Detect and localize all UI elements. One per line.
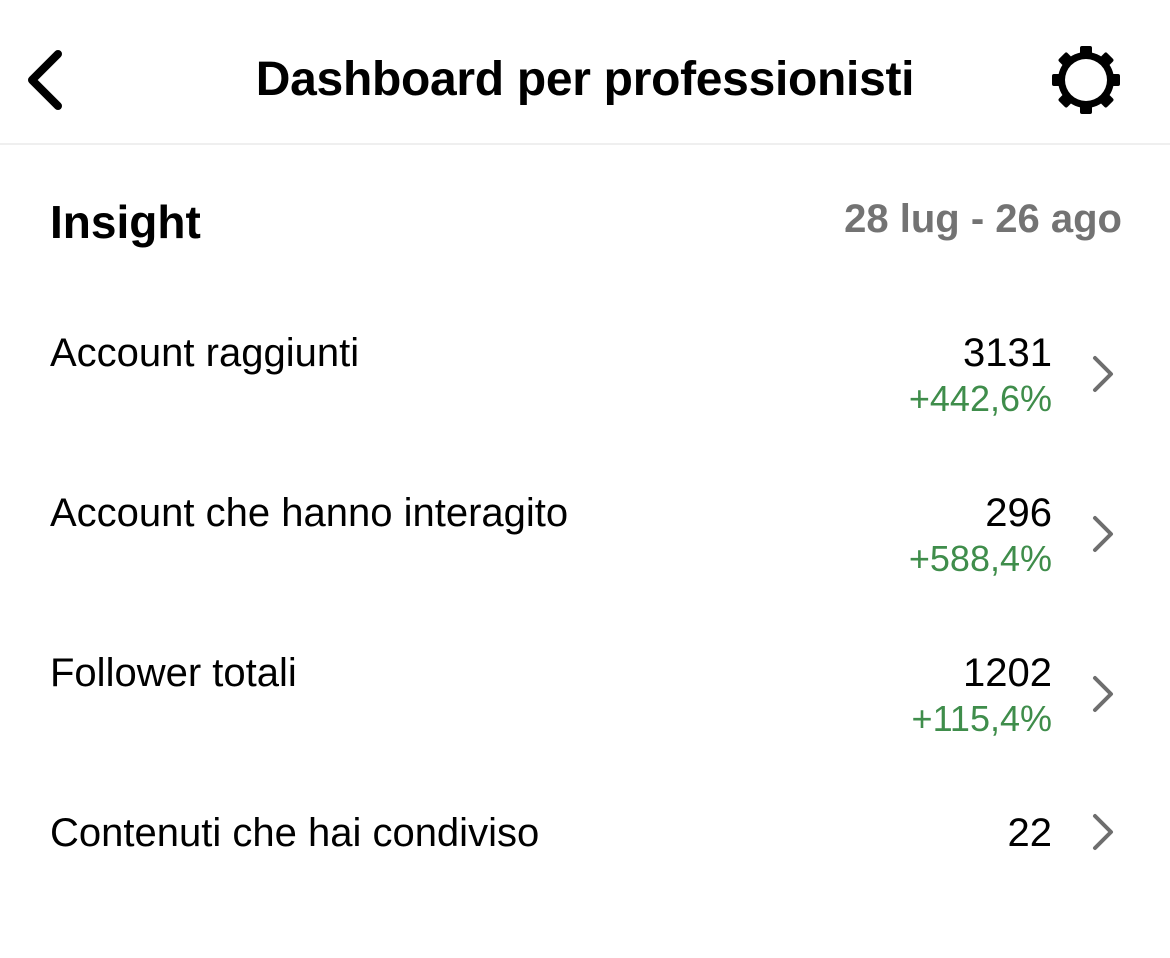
metric-label: Account raggiunti: [50, 331, 360, 375]
insight-header: Insight 28 lug - 26 ago: [50, 190, 1122, 254]
section-title: Insight: [50, 196, 201, 248]
page-title: Dashboard per professionisti: [255, 53, 915, 106]
chevron-right-icon: [1088, 672, 1118, 716]
metric-row-account-interagito[interactable]: Account che hanno interagito 296 +588,4%: [0, 488, 1170, 638]
back-button[interactable]: [22, 44, 76, 116]
metric-row-contenuti-condivisi[interactable]: Contenuti che hai condiviso 22: [0, 808, 1170, 958]
chevron-right-icon: [1088, 352, 1118, 396]
metric-value: 296: [985, 491, 1052, 535]
metric-row-account-raggiunti[interactable]: Account raggiunti 3131 +442,6%: [0, 328, 1170, 478]
date-range[interactable]: 28 lug - 26 ago: [844, 190, 1122, 248]
metric-change: +115,4%: [911, 698, 1052, 739]
top-bar: Dashboard per professionisti: [0, 0, 1170, 145]
chevron-right-icon: [1088, 810, 1118, 854]
metric-label: Contenuti che hai condiviso: [50, 811, 540, 855]
metric-label: Account che hanno interagito: [50, 491, 569, 535]
metric-value: 22: [1007, 811, 1053, 855]
metric-change: +442,6%: [908, 378, 1052, 419]
metric-change: +588,4%: [908, 538, 1052, 579]
gear-icon: [1052, 46, 1120, 114]
settings-button[interactable]: [1046, 44, 1126, 116]
chevron-right-icon: [1088, 512, 1118, 556]
metric-value: 3131: [963, 331, 1052, 375]
metric-label: Follower totali: [50, 651, 297, 695]
metric-row-follower-totali[interactable]: Follower totali 1202 +115,4%: [0, 648, 1170, 798]
chevron-left-icon: [28, 50, 62, 110]
metric-value: 1202: [963, 651, 1052, 695]
